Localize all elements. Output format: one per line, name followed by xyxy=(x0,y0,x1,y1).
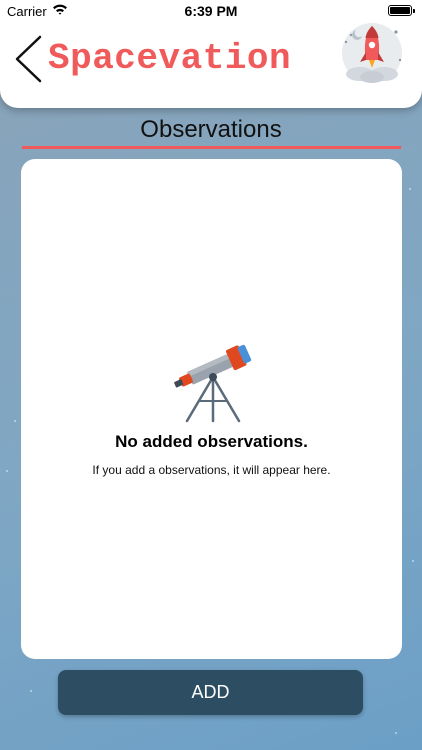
add-button[interactable]: ADD xyxy=(58,670,363,715)
back-button[interactable] xyxy=(10,34,46,84)
battery-level xyxy=(390,7,410,14)
app-title: Spacevation xyxy=(48,38,292,79)
chevron-left-icon xyxy=(15,35,42,83)
empty-state-title: No added observations. xyxy=(115,432,308,451)
background-star xyxy=(14,420,16,422)
observations-card: No added observations. If you add a obse… xyxy=(21,159,402,659)
title-underline xyxy=(22,146,401,149)
background-star xyxy=(395,732,397,734)
empty-state-message: If you add a observations, it will appea… xyxy=(92,463,331,477)
telescope-icon xyxy=(169,337,257,425)
app-header: Carrier 6:39 PM Spacevation xyxy=(0,0,422,108)
rocket-logo-icon xyxy=(336,20,408,86)
status-time: 6:39 PM xyxy=(184,3,238,19)
background-star xyxy=(409,188,411,190)
background-star xyxy=(6,470,8,472)
battery-icon xyxy=(388,5,415,16)
background-star xyxy=(30,690,32,692)
status-bar: Carrier 6:39 PM xyxy=(0,0,422,22)
page-title: Observations xyxy=(140,116,282,143)
background-star xyxy=(412,560,414,562)
